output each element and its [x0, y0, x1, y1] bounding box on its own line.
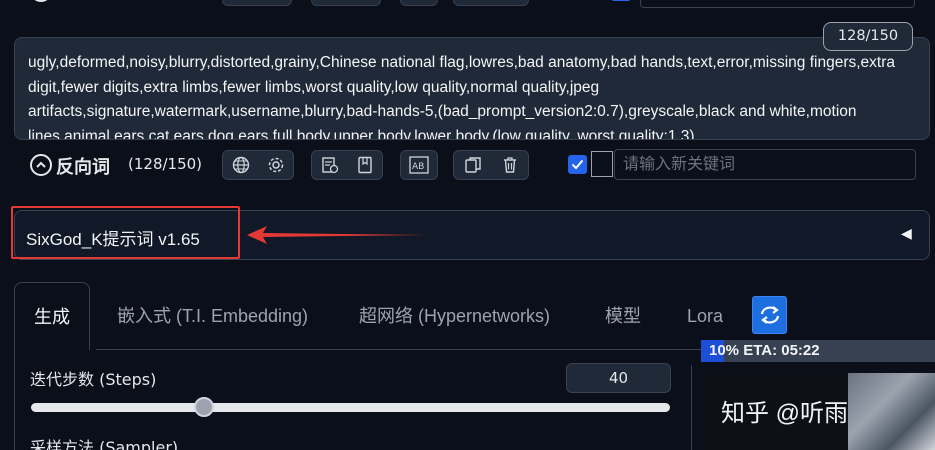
negative-prompt-title: 反向词 — [56, 157, 110, 178]
toolbar-group[interactable] — [400, 0, 438, 6]
toolbar-group[interactable] — [453, 0, 529, 6]
keyword-input[interactable] — [640, 0, 915, 8]
gear-icon[interactable] — [262, 152, 290, 178]
progress-text: 10% ETA: 05:22 — [709, 342, 820, 359]
refresh-button[interactable] — [752, 296, 787, 334]
panel-divider — [691, 365, 692, 450]
collapse-icon[interactable] — [30, 0, 52, 2]
globe-icon[interactable] — [227, 152, 255, 178]
ab-compare-icon[interactable]: AB — [405, 152, 433, 178]
steps-number-input[interactable]: 40 — [566, 363, 671, 393]
enable-checkbox[interactable] — [568, 155, 587, 174]
svg-text:AB: AB — [412, 162, 424, 172]
arrow-annotation-icon — [247, 226, 427, 244]
image-preview[interactable]: 知乎 @听雨AGI — [701, 373, 935, 450]
toolbar-group[interactable] — [222, 0, 292, 6]
toolbar-group-translate — [222, 150, 294, 180]
text-cursor-icon — [591, 151, 613, 177]
steps-slider-track[interactable] — [31, 403, 670, 412]
chevron-up-icon[interactable] — [30, 154, 52, 176]
copy-icon[interactable] — [459, 152, 487, 178]
collapse-toggle-icon[interactable]: ◀ — [901, 226, 912, 242]
bookmark-icon[interactable] — [351, 152, 379, 178]
history-icon[interactable] — [316, 152, 344, 178]
refresh-icon — [760, 306, 780, 324]
negative-prompt-textarea[interactable]: ugly,deformed,noisy,blurry,distorted,gra… — [14, 37, 930, 140]
keyword-input[interactable] — [614, 149, 916, 180]
token-counter: 128/150 — [823, 22, 913, 51]
toolbar-group[interactable] — [311, 0, 381, 6]
negative-prompt-toolbar: 反向词 (128/150) AB — [0, 147, 935, 185]
negative-prompt-count: (128/150) — [128, 155, 203, 173]
progress-bar: 10% ETA: 05:22 — [701, 340, 935, 362]
tab-generate[interactable]: 生成 — [14, 282, 90, 350]
panel-border — [14, 349, 15, 450]
checkbox[interactable] — [611, 0, 631, 1]
sampler-label: 采样方法 (Sampler) — [30, 438, 179, 450]
tab-models[interactable]: 模型 — [605, 282, 641, 350]
tab-embedding[interactable]: 嵌入式 (T.I. Embedding) — [117, 282, 308, 350]
preview-image — [848, 373, 935, 450]
negative-prompt-text[interactable]: ugly,deformed,noisy,blurry,distorted,gra… — [28, 51, 908, 139]
toolbar-group-history — [311, 150, 383, 180]
highlight-annotation — [11, 206, 240, 259]
toolbar-group-edit — [453, 150, 529, 180]
steps-slider-thumb[interactable] — [193, 397, 214, 417]
positive-prompt-toolbar — [0, 0, 935, 12]
tab-hypernetworks[interactable]: 超网络 (Hypernetworks) — [359, 282, 550, 350]
toolbar-group-ab: AB — [400, 150, 438, 180]
trash-icon[interactable] — [496, 152, 524, 178]
steps-label: 迭代步数 (Steps) — [30, 370, 157, 389]
